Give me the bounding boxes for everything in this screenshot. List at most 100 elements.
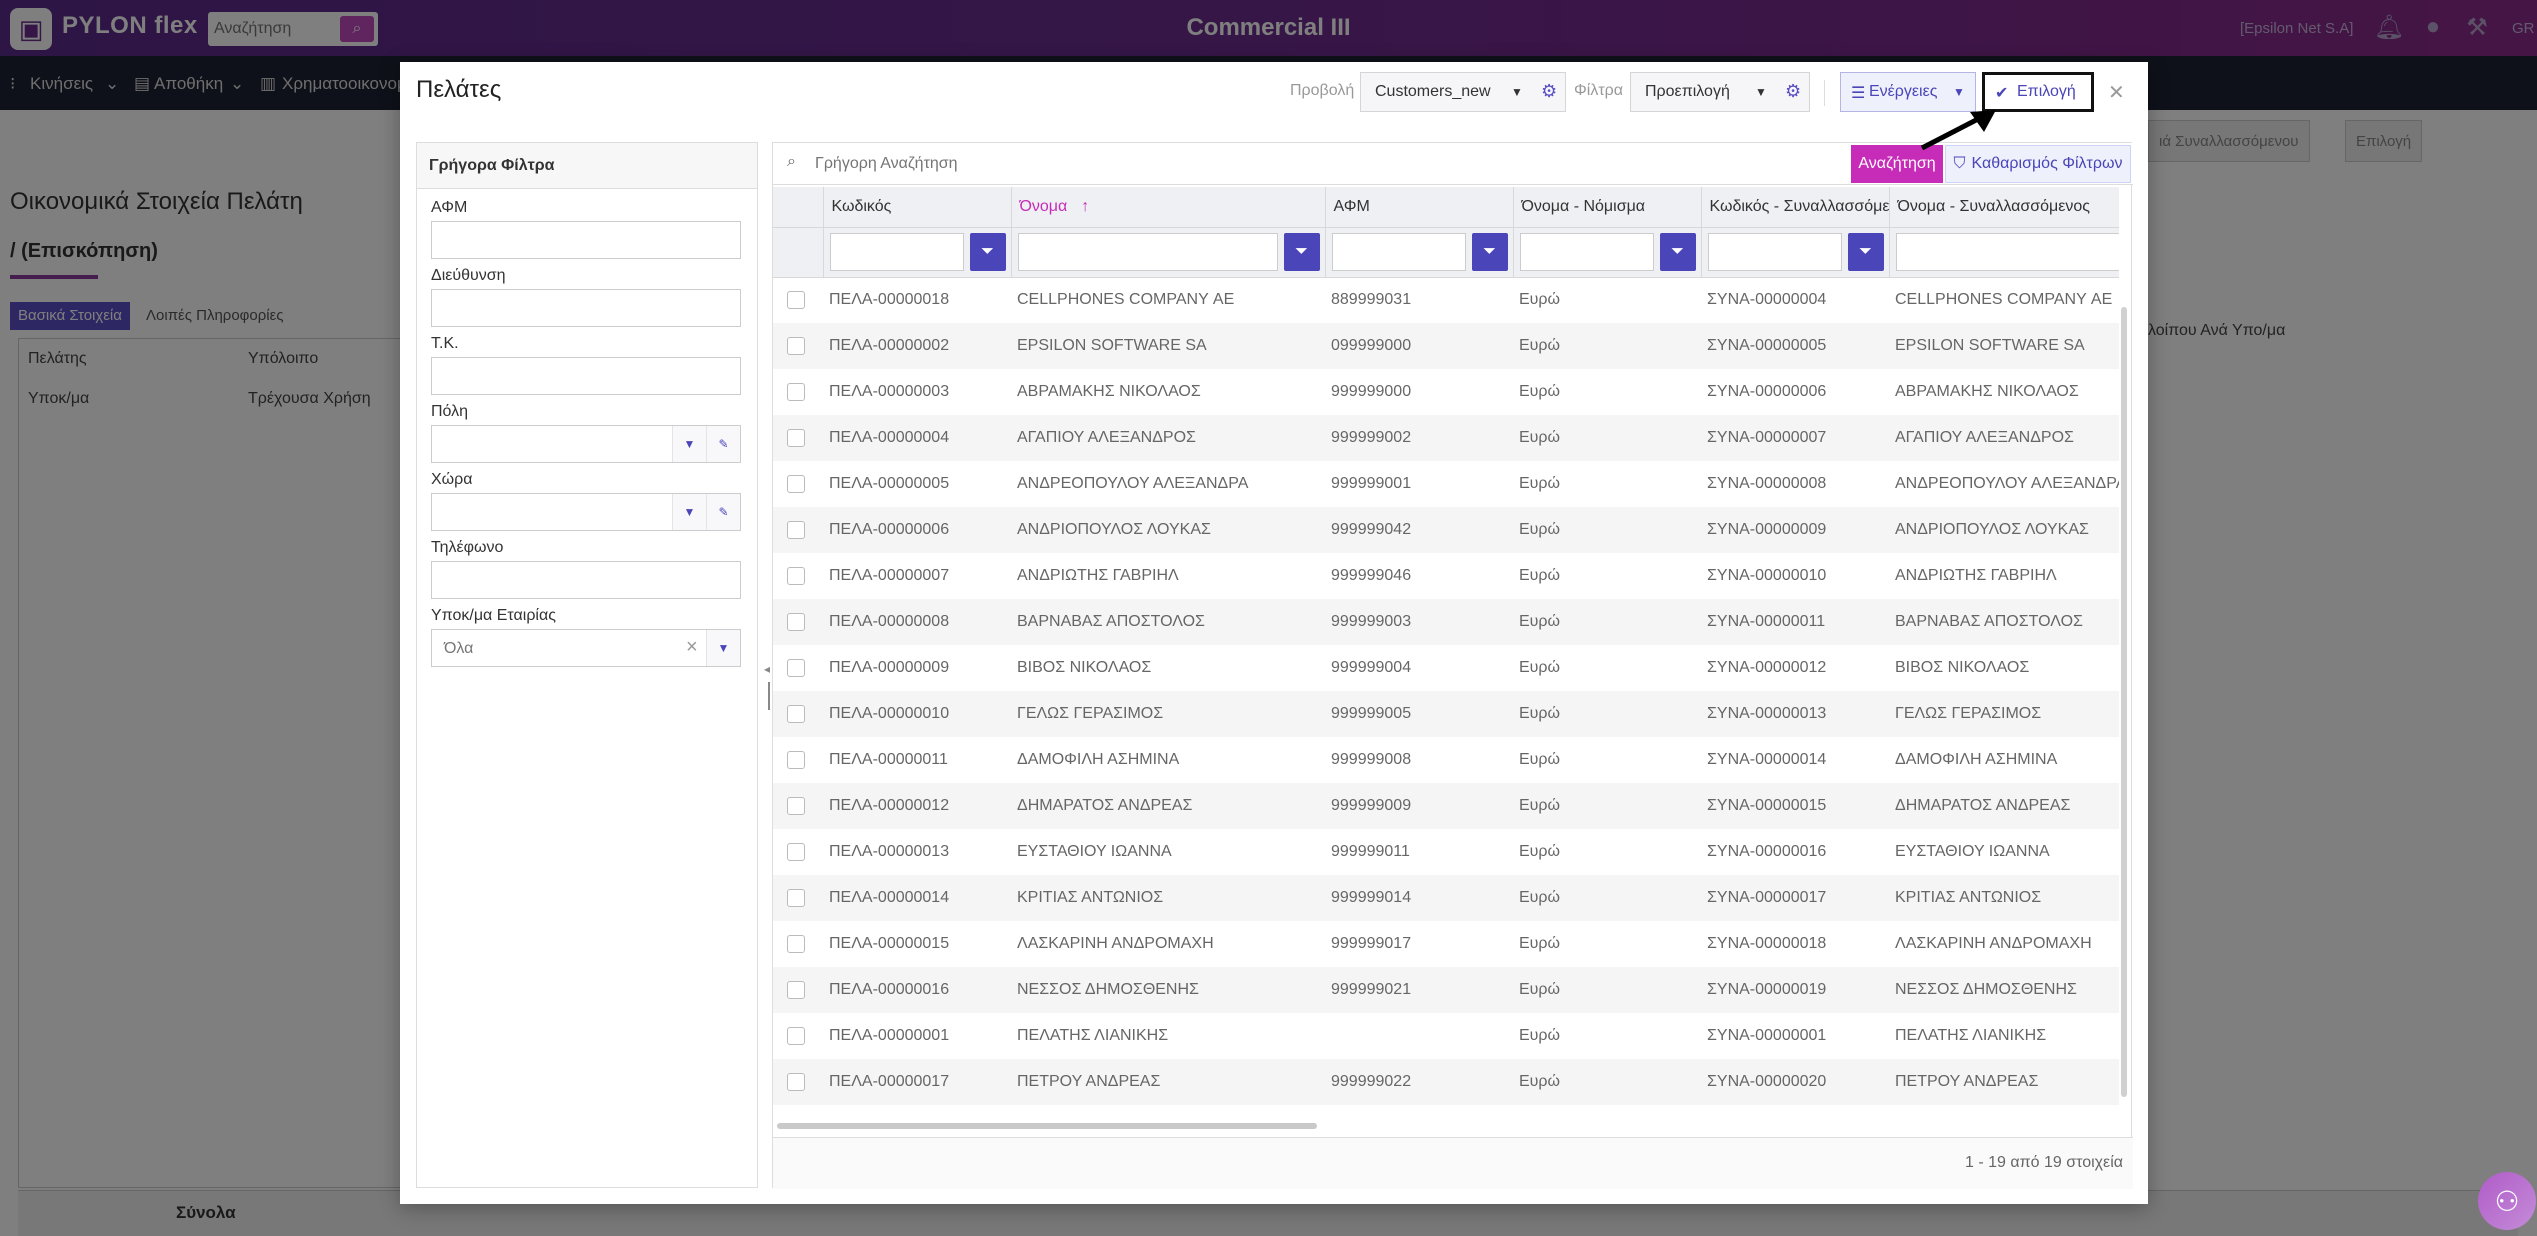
column-header-code[interactable]: Κωδικός	[823, 187, 1012, 228]
row-checkbox[interactable]	[787, 1073, 805, 1091]
pencil-icon[interactable]: ✎	[706, 494, 740, 530]
column-header-afm[interactable]: ΑΦΜ	[1325, 187, 1514, 228]
vertical-scrollbar[interactable]	[2121, 307, 2127, 1097]
table-row[interactable]: ΠΕΛΑ-00000006 ΑΝΔΡΙΟΠΟΥΛΟΣ ΛΟΥΚΑΣ 99999904…	[773, 507, 2119, 553]
splitter-handle[interactable]	[768, 682, 770, 710]
zip-field[interactable]	[431, 357, 741, 395]
cell-transactor-name: ΒΑΡΝΑΒΑΣ ΑΠΟΣΤΟΛΟΣ	[1889, 599, 2119, 645]
transactor-name-filter-input[interactable]	[1895, 233, 2119, 271]
zip-label: Τ.Κ.	[431, 335, 459, 352]
row-checkbox[interactable]	[787, 337, 805, 355]
phone-field[interactable]	[431, 561, 741, 599]
cell-transactor-name: ΑΒΡΑΜΑΚΗΣ ΝΙΚΟΛΑΟΣ	[1895, 383, 2079, 400]
transactor-code-filter-input[interactable]	[1707, 233, 1842, 271]
filter-icon[interactable]: ⏷	[1283, 233, 1320, 271]
currency-filter-input[interactable]	[1519, 233, 1654, 271]
filters-label: Φίλτρα	[1574, 82, 1623, 99]
row-checkbox[interactable]	[787, 751, 805, 769]
table-row[interactable]: ΠΕΛΑ-00000014 ΚΡΙΤΙΑΣ ΑΝΤΩΝΙΟΣ 999999014 Ευ…	[773, 875, 2119, 921]
row-checkbox[interactable]	[787, 935, 805, 953]
table-row[interactable]: ΠΕΛΑ-00000013 ΕΥΣΤΑΘΙΟΥ ΙΩΑΝΝΑ 999999011 Ευ…	[773, 829, 2119, 875]
table-row[interactable]: ΠΕΛΑ-00000010 ΓΕΛΩΣ ΓΕΡΑΣΙΜΟΣ 999999005 Ευρ…	[773, 691, 2119, 737]
gear-icon[interactable]: ⚙	[1541, 81, 1557, 102]
table-row[interactable]: ΠΕΛΑ-00000005 ΑΝΔΡΕΟΠΟΥΛΟΥ ΑΛΕΞΑΝΔΡΑ 99999…	[773, 461, 2119, 507]
row-checkbox[interactable]	[787, 383, 805, 401]
afm-field[interactable]	[431, 221, 741, 259]
cell-transactor-name: ΓΕΛΩΣ ΓΕΡΑΣΙΜΟΣ	[1889, 691, 2119, 737]
row-checkbox[interactable]	[787, 705, 805, 723]
row-checkbox[interactable]	[787, 475, 805, 493]
row-checkbox[interactable]	[787, 797, 805, 815]
cell-transactor-name: EPSILON SOFTWARE SA	[1889, 323, 2119, 369]
quick-search-input[interactable]	[815, 147, 1815, 181]
table-row[interactable]: ΠΕΛΑ-00000015 ΛΑΣΚΑΡΙΝΗ ΑΝΔΡΟΜΑΧΗ 99999901…	[773, 921, 2119, 967]
address-field[interactable]	[431, 289, 741, 327]
column-header-transactor-code[interactable]: Κωδικός - Συναλλασσόμενος	[1701, 187, 1890, 228]
city-label: Πόλη	[431, 403, 469, 420]
row-checkbox[interactable]	[787, 613, 805, 631]
filters-select[interactable]: Προεπιλογή ▼ ⚙	[1630, 72, 1810, 112]
filter-icon[interactable]: ⏷	[969, 233, 1006, 271]
afm-filter-input[interactable]	[1331, 233, 1466, 271]
row-checkbox[interactable]	[787, 659, 805, 677]
name-filter-input[interactable]	[1017, 233, 1278, 271]
gear-icon[interactable]: ⚙	[1785, 81, 1801, 102]
table-row[interactable]: ΠΕΛΑ-00000001 ΠΕΛΑΤΗΣ ΛΙΑΝΙΚΗΣ Ευρώ ΣΥΝΑ-00…	[773, 1013, 2119, 1059]
filter-cell-afm: ⏷	[1325, 227, 1514, 278]
filter-cell-name: ⏷	[1011, 227, 1326, 278]
table-row[interactable]: ΠΕΛΑ-00000017 ΠΕΤΡΟΥ ΑΝΔΡΕΑΣ 999999022 Ευρώ…	[773, 1059, 2119, 1105]
city-field[interactable]: ▼ ✎	[431, 425, 741, 463]
row-checkbox[interactable]	[787, 843, 805, 861]
cell-code: ΠΕΛΑ-00000017	[823, 1059, 1011, 1105]
filter-icon[interactable]: ⏷	[1659, 233, 1696, 271]
branch-select[interactable]: Όλα × ▼	[431, 629, 741, 667]
filter-cell-empty	[773, 227, 824, 278]
caret-down-icon[interactable]: ▼	[672, 494, 706, 530]
filter-icon[interactable]: ⏷	[1847, 233, 1884, 271]
table-row[interactable]: ΠΕΛΑ-00000004 ΑΓΑΠΙΟΥ ΑΛΕΞΑΝΔΡΟΣ 999999002…	[773, 415, 2119, 461]
pencil-icon[interactable]: ✎	[706, 426, 740, 462]
actions-button[interactable]: ☰ Ενέργειες ▼	[1840, 72, 1976, 112]
cell-name: ΔΗΜΑΡΑΤΟΣ ΑΝΔΡΕΑΣ	[1011, 783, 1325, 829]
row-select-cell	[773, 875, 823, 921]
cell-transactor-name: ΑΓΑΠΙΟΥ ΑΛΕΞΑΝΔΡΟΣ	[1889, 415, 2119, 461]
filter-icon[interactable]: ⏷	[1471, 233, 1508, 271]
row-select-cell	[773, 1059, 823, 1105]
row-select-cell	[773, 599, 823, 645]
chevron-left-icon[interactable]: ◂	[764, 662, 770, 676]
cell-currency: Ευρώ	[1513, 967, 1701, 1013]
view-select[interactable]: Customers_new ▼ ⚙	[1360, 72, 1566, 112]
caret-down-icon[interactable]: ▼	[672, 426, 706, 462]
row-checkbox[interactable]	[787, 889, 805, 907]
table-row[interactable]: ΠΕΛΑ-00000011 ΔΑΜΟΦΙΛΗ ΑΣΗΜΙΝΑ 999999008 Ευ…	[773, 737, 2119, 783]
table-row[interactable]: ΠΕΛΑ-00000002 EPSILON SOFTWARE SA 09999900…	[773, 323, 2119, 369]
clear-icon[interactable]: ×	[686, 636, 698, 659]
select-button[interactable]: ✔ Επιλογή	[1982, 72, 2094, 112]
row-checkbox[interactable]	[787, 521, 805, 539]
cell-afm: 999999003	[1325, 599, 1513, 645]
table-row[interactable]: ΠΕΛΑ-00000016 ΝΕΣΣΟΣ ΔΗΜΟΣΘΕΝΗΣ 999999021 Ε…	[773, 967, 2119, 1013]
close-icon[interactable]: ✕	[2108, 80, 2125, 105]
table-row[interactable]: ΠΕΛΑ-00000012 ΔΗΜΑΡΑΤΟΣ ΑΝΔΡΕΑΣ 999999009 Ε…	[773, 783, 2119, 829]
country-field[interactable]: ▼ ✎	[431, 493, 741, 531]
table-row[interactable]: ΠΕΛΑ-00000018 CELLPHONES COMPANY ΑΕ 889999…	[773, 277, 2119, 323]
row-checkbox[interactable]	[787, 429, 805, 447]
horizontal-scrollbar[interactable]	[777, 1123, 1317, 1129]
table-row[interactable]: ΠΕΛΑ-00000007 ΑΝΔΡΙΩΤΗΣ ΓΑΒΡΙΗΛ 999999046 Ε…	[773, 553, 2119, 599]
row-checkbox[interactable]	[787, 291, 805, 310]
sort-ascending-icon[interactable]: ↑	[1081, 198, 1089, 215]
table-row[interactable]: ΠΕΛΑ-00000003 ΑΒΡΑΜΑΚΗΣ ΝΙΚΟΛΑΟΣ 999999000…	[773, 369, 2119, 415]
column-header-currency[interactable]: Όνομα - Νόμισμα	[1513, 187, 1702, 228]
row-select-cell	[773, 277, 823, 323]
table-row[interactable]: ΠΕΛΑ-00000009 ΒΙΒΟΣ ΝΙΚΟΛΑΟΣ 999999004 Ευρώ…	[773, 645, 2119, 691]
table-row[interactable]: ΠΕΛΑ-00000008 ΒΑΡΝΑΒΑΣ ΑΠΟΣΤΟΛΟΣ 999999003…	[773, 599, 2119, 645]
assistant-icon[interactable]: ⚇	[2478, 1172, 2536, 1230]
caret-down-icon[interactable]: ▼	[706, 630, 740, 666]
column-header-transactor-name[interactable]: Όνομα - Συναλλασσόμενος	[1889, 187, 2119, 228]
code-filter-input[interactable]	[829, 233, 964, 271]
column-header-name[interactable]: Όνομα ↑	[1011, 187, 1326, 228]
row-checkbox[interactable]	[787, 567, 805, 585]
row-checkbox[interactable]	[787, 981, 805, 999]
panel-splitter[interactable]: ◂	[764, 142, 772, 1188]
row-checkbox[interactable]	[787, 1027, 805, 1045]
